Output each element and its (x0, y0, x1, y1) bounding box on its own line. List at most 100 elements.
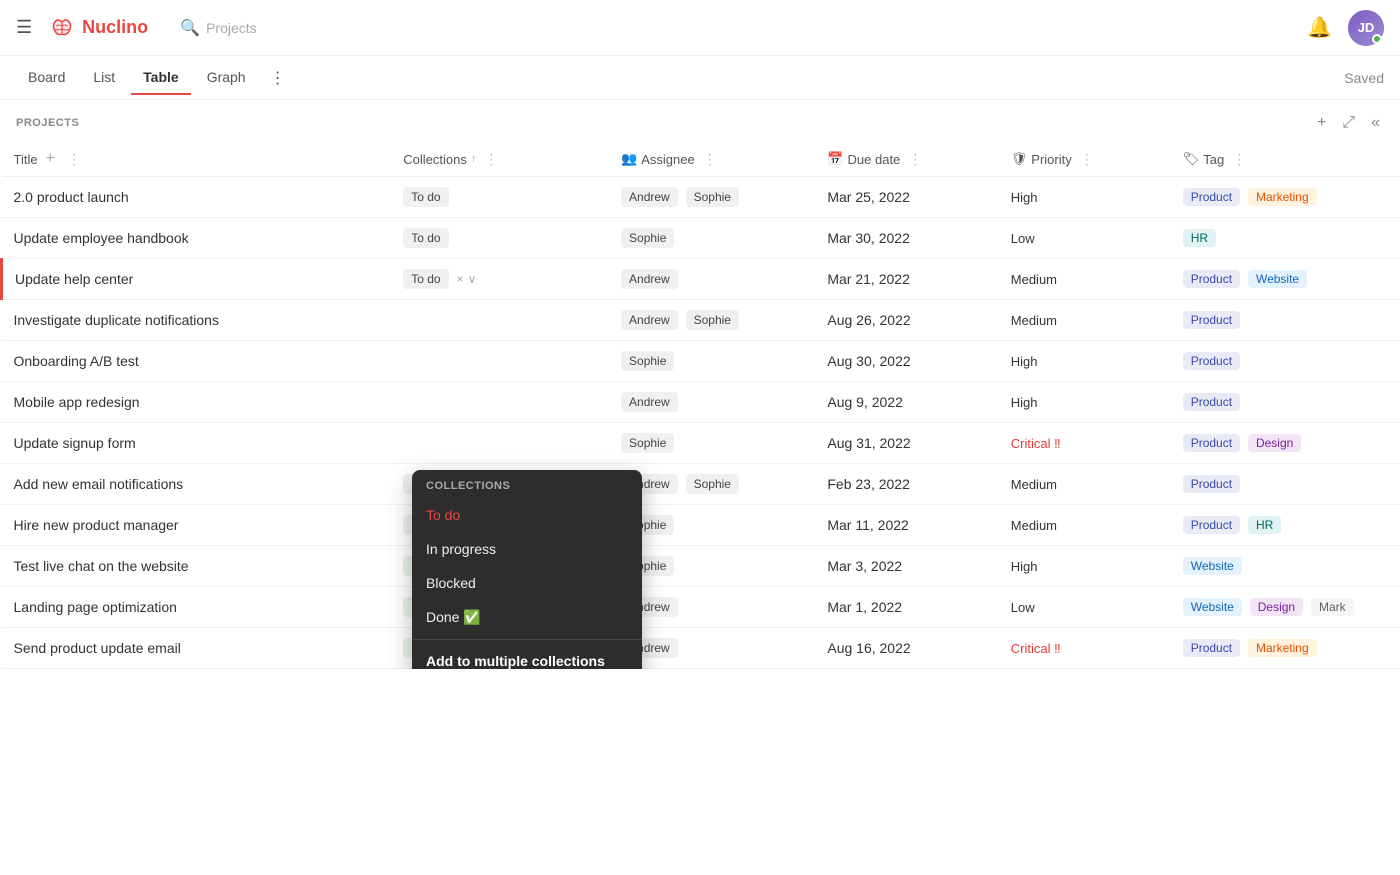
dropdown-add-multiple[interactable]: Add to multiple collections (412, 644, 642, 669)
row-title[interactable]: Test live chat on the website (14, 558, 189, 574)
row-tag-cell: Website Design Mark (1171, 587, 1400, 628)
col-title-menu[interactable]: ⋮ (67, 151, 81, 168)
row-title[interactable]: Update signup form (14, 435, 136, 451)
table-row: Investigate duplicate notifications ⋮ An… (2, 300, 1400, 341)
col-duedate-menu[interactable]: ⋮ (908, 151, 922, 168)
table-row: Hire new product manager ⋮ Blocked Sophi… (2, 505, 1400, 546)
tag-badge[interactable]: Product (1183, 352, 1240, 370)
add-row-icon[interactable]: + (42, 150, 59, 168)
tag-badge[interactable]: Product (1183, 475, 1240, 493)
row-duedate-cell: Feb 23, 2022 (815, 464, 998, 505)
row-assignee-cell: Andrew (609, 259, 815, 300)
collection-pill[interactable]: To do (403, 187, 448, 207)
dropdown-item-done[interactable]: Done ✅ (412, 600, 642, 635)
collection-clear-button[interactable]: × (457, 272, 464, 286)
col-priority-label: Priority (1031, 152, 1071, 167)
row-priority-cell: Medium (999, 505, 1171, 546)
dropdown-item-blocked[interactable]: Blocked (412, 566, 642, 600)
nav-more-icon[interactable]: ⋮ (266, 64, 290, 92)
tag-badge[interactable]: Product (1183, 393, 1240, 411)
col-collections-menu[interactable]: ⋮ (484, 151, 498, 168)
assignee-pill: Sophie (686, 474, 739, 494)
priority: Medium (1011, 477, 1057, 492)
tag-badge[interactable]: Website (1248, 270, 1307, 288)
hamburger-icon[interactable]: ☰ (16, 17, 32, 38)
priority: High (1011, 395, 1038, 410)
tag-badge[interactable]: Product (1183, 188, 1240, 206)
row-priority-cell: High (999, 382, 1171, 423)
row-title[interactable]: Send product update email (14, 640, 181, 656)
row-title[interactable]: Update employee handbook (14, 230, 189, 246)
col-tag-menu[interactable]: ⋮ (1232, 151, 1246, 168)
tab-list[interactable]: List (81, 61, 127, 95)
collection-pill[interactable]: To do (403, 269, 448, 289)
row-title[interactable]: Add new email notifications (14, 476, 184, 492)
due-date: Mar 21, 2022 (827, 271, 910, 287)
dropdown-item-todo[interactable]: To do (412, 498, 642, 532)
collapse-button[interactable]: « (1367, 112, 1384, 134)
tag-badge[interactable]: Product (1183, 434, 1240, 452)
tag-badge[interactable]: Product (1183, 311, 1240, 329)
assignee-pill: Andrew (621, 269, 678, 289)
dropdown-item-inprogress[interactable]: In progress (412, 532, 642, 566)
tag-badge[interactable]: Website (1183, 598, 1242, 616)
avatar[interactable]: JD (1348, 10, 1384, 46)
row-title[interactable]: Onboarding A/B test (14, 353, 139, 369)
row-tag-cell: Product Marketing (1171, 628, 1400, 669)
table-body: 2.0 product launch ⋮ To do Andrew Sophie… (2, 177, 1400, 669)
row-collection-cell: To do (391, 218, 609, 259)
sort-collections-icon[interactable]: ↑ (471, 153, 477, 165)
tab-table[interactable]: Table (131, 61, 191, 95)
due-date: Mar 11, 2022 (827, 517, 908, 533)
due-date: Mar 3, 2022 (827, 558, 902, 574)
add-column-button[interactable]: + (1313, 112, 1330, 134)
row-tag-cell: Product (1171, 464, 1400, 505)
bell-icon[interactable]: 🔔 (1307, 15, 1332, 40)
row-title-cell: Update employee handbook ⋮ (2, 218, 392, 259)
row-title[interactable]: Update help center (15, 271, 133, 287)
row-tag-cell: Product (1171, 300, 1400, 341)
tag-badge[interactable]: Design (1250, 598, 1303, 616)
tag-badge[interactable]: Marketing (1248, 188, 1317, 206)
assignee-pill: Andrew (621, 310, 678, 330)
row-tag-cell: Product (1171, 341, 1400, 382)
tag-icon: 🏷 (1183, 151, 1200, 167)
tab-graph[interactable]: Graph (195, 61, 258, 95)
collection-pill[interactable]: To do (403, 228, 448, 248)
col-priority: 🛡 Priority ⋮ (999, 142, 1171, 177)
row-title-cell: Landing page optimization ⋮ (2, 587, 392, 628)
row-duedate-cell: Mar 21, 2022 (815, 259, 998, 300)
tag-badge[interactable]: HR (1248, 516, 1281, 534)
logo-text: Nuclino (82, 17, 148, 38)
tag-badge[interactable]: Product (1183, 270, 1240, 288)
row-priority-cell: High (999, 341, 1171, 382)
row-tag-cell: Product (1171, 382, 1400, 423)
tag-badge[interactable]: Design (1248, 434, 1301, 452)
due-date: Aug 30, 2022 (827, 353, 910, 369)
priority: Medium (1011, 518, 1057, 533)
collection-dropdown-button[interactable]: ∨ (468, 272, 477, 286)
tag-badge[interactable]: Website (1183, 557, 1242, 575)
tag-badge[interactable]: Product (1183, 516, 1240, 534)
due-date: Mar 30, 2022 (827, 230, 910, 246)
row-title[interactable]: 2.0 product launch (14, 189, 129, 205)
tab-board[interactable]: Board (16, 61, 77, 95)
col-tag-label: Tag (1203, 152, 1224, 167)
priority: Low (1011, 231, 1035, 246)
col-priority-menu[interactable]: ⋮ (1080, 151, 1094, 168)
row-title[interactable]: Hire new product manager (14, 517, 179, 533)
tag-badge[interactable]: Mark (1311, 598, 1354, 616)
expand-button[interactable]: ⤢ (1338, 112, 1359, 134)
col-assignee-menu[interactable]: ⋮ (703, 151, 717, 168)
tag-badge[interactable]: HR (1183, 229, 1216, 247)
search-area[interactable]: 🔍 Projects (180, 18, 257, 38)
tag-badge[interactable]: Product (1183, 639, 1240, 657)
due-date: Mar 25, 2022 (827, 189, 910, 205)
tag-badge[interactable]: Marketing (1248, 639, 1317, 657)
projects-table: Title + ⋮ Collections ↑ ⋮ 👥 Assigne (0, 142, 1400, 669)
row-title[interactable]: Landing page optimization (14, 599, 177, 615)
table-row: Send product update email ⋮ Done ✅ Andre… (2, 628, 1400, 669)
col-collections-label: Collections (403, 152, 467, 167)
row-title[interactable]: Investigate duplicate notifications (14, 312, 219, 328)
row-title[interactable]: Mobile app redesign (14, 394, 140, 410)
